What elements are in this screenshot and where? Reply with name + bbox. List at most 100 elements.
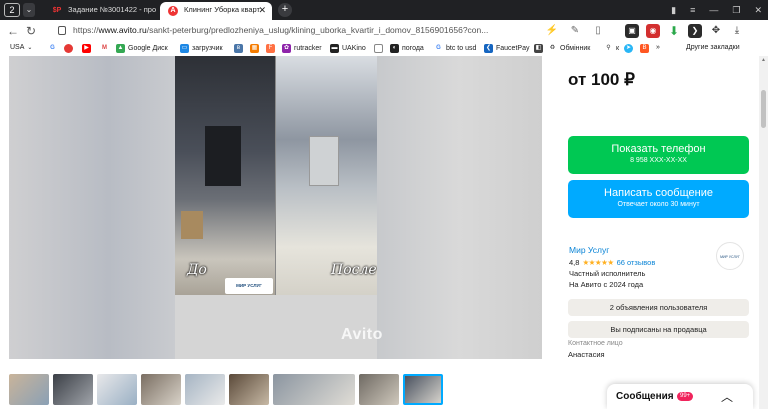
extension-icon[interactable]: ❯ xyxy=(688,24,702,38)
lock-icon[interactable] xyxy=(58,26,66,35)
new-tab-button[interactable]: + xyxy=(278,3,292,17)
scroll-thumb[interactable] xyxy=(761,90,766,128)
thumbnail[interactable] xyxy=(359,374,399,405)
bookmark-blogger[interactable]: B xyxy=(640,44,649,53)
write-message-button[interactable]: Написать сообщение Отвечает около 30 мин… xyxy=(568,180,749,218)
tab-task[interactable]: $P Задание №3001422 - про xyxy=(44,2,158,20)
bookmark-rutracker[interactable]: ✿ rutracker xyxy=(282,44,322,53)
tab-avito[interactable]: A Клининг Уборка кварт ✕ xyxy=(160,2,272,20)
download-icon[interactable]: ⤓ xyxy=(730,24,744,38)
bookmark-manager-icon[interactable]: ▮ xyxy=(671,2,676,18)
translate-icon[interactable]: ⚡ xyxy=(545,24,559,38)
telegram-icon: ➤ xyxy=(624,44,633,53)
corridor-door xyxy=(309,136,339,186)
pin-icon[interactable]: ✎ xyxy=(568,24,582,38)
avito-favicon-icon: A xyxy=(168,6,178,16)
back-icon[interactable]: ← xyxy=(6,24,20,38)
vk-icon: в xyxy=(234,44,243,53)
bookmark-icon: F xyxy=(266,44,275,53)
google-icon: G xyxy=(434,44,443,53)
bookmark-loader[interactable]: ▭ загрузчик xyxy=(180,44,223,53)
bookmark-telegram[interactable]: ➤ xyxy=(624,44,633,53)
photo-gallery[interactable]: До После МИР УСЛУГ Avito xyxy=(9,56,542,359)
messages-panel[interactable]: Сообщения 99+ ︿ xyxy=(607,384,753,409)
bookmark-square[interactable]: ◧ xyxy=(534,44,543,53)
address-bar: ← ↻ https://www.avito.ru/sankt-peterburg… xyxy=(0,20,768,42)
bookmark-label: Обмінник xyxy=(560,45,591,52)
label-after: После xyxy=(331,262,377,278)
download-arrow-icon[interactable]: ⬇ xyxy=(667,24,681,38)
bookmark-orange[interactable]: F xyxy=(266,44,275,53)
puzzle-icon[interactable]: ✥ xyxy=(709,24,723,38)
thumbnail-active[interactable] xyxy=(403,374,443,405)
bookmark-rss[interactable]: ▦ xyxy=(250,44,259,53)
avito-watermark: Avito xyxy=(341,326,383,343)
rutracker-icon: ✿ xyxy=(282,44,291,53)
bookmark-faucetpay[interactable]: ❮ FaucetPay xyxy=(484,44,529,53)
bookmark-blank[interactable] xyxy=(374,44,383,53)
tab-counter[interactable]: 2 xyxy=(4,3,20,17)
contact-name: Анастасия xyxy=(568,350,605,359)
maximize-icon[interactable]: ❐ xyxy=(732,2,740,18)
page-scrollbar[interactable]: ▲ xyxy=(759,56,768,409)
bookmark-icon[interactable]: ▯ xyxy=(591,24,605,38)
reviews-link[interactable]: 66 отзывов xyxy=(617,258,656,267)
show-phone-label: Показать телефон xyxy=(611,143,706,155)
other-bookmarks[interactable]: Другие закладки xyxy=(686,44,740,51)
pin-icon: ⚲ xyxy=(604,44,613,53)
response-time: Отвечает около 30 минут xyxy=(617,201,700,208)
bookmark-more-chevron[interactable]: » xyxy=(656,44,660,51)
tab-menu-chevron-icon[interactable]: ⌄ xyxy=(23,3,35,17)
bookmark-usa[interactable]: USA ⌄ xyxy=(10,44,32,51)
close-window-icon[interactable]: ✕ xyxy=(754,2,762,18)
bookmark-label: USA xyxy=(10,44,25,51)
extension-icon[interactable]: ◉ xyxy=(646,24,660,38)
bookmark-red[interactable] xyxy=(64,44,73,53)
bookmark-label: загрузчик xyxy=(192,45,223,52)
scroll-up-icon[interactable]: ▲ xyxy=(760,57,767,64)
blurred-background xyxy=(377,56,542,359)
chevron-up-icon[interactable]: ︿ xyxy=(721,388,733,405)
double-chevron-icon: » xyxy=(656,44,660,51)
thumbnail[interactable] xyxy=(9,374,49,405)
uakino-icon: ▬ xyxy=(330,44,339,53)
blogger-icon: B xyxy=(640,44,649,53)
minimize-icon[interactable]: — xyxy=(709,2,718,18)
bookmarks-bar: USA ⌄ G ▶ M ▲ Google Диск ▭ загрузчик в ▦ F… xyxy=(0,42,768,56)
bookmark-uakino[interactable]: ▬ UAKino xyxy=(330,44,366,53)
browser-menu-icon[interactable]: ≡ xyxy=(690,2,695,18)
thumbnail[interactable] xyxy=(53,374,93,405)
bookmark-btc[interactable]: Gbtc to usd xyxy=(434,44,476,53)
bookmark-weather[interactable]: ◐ погода xyxy=(390,44,424,53)
bookmark-icon xyxy=(64,44,73,53)
seller-name[interactable]: Мир Услуг xyxy=(569,245,609,255)
bookmark-vk[interactable]: в xyxy=(234,44,243,53)
masked-phone: 8 958 XXX-XX-XX xyxy=(630,157,687,164)
extension-icon[interactable]: ▣ xyxy=(625,24,639,38)
user-ads-button[interactable]: 2 объявления пользователя xyxy=(568,299,749,316)
seller-avatar[interactable]: МИР УСЛУГ xyxy=(716,242,744,270)
bookmark-k[interactable]: ⚲ к xyxy=(604,44,619,53)
seller-rating: 4,8 ★★★★★ 66 отзывов xyxy=(569,258,655,267)
thumbnail[interactable] xyxy=(273,374,355,405)
bookmark-label: Google Диск xyxy=(128,45,168,52)
close-tab-icon[interactable]: ✕ xyxy=(258,2,266,18)
url-path: /sankt-peterburg/predlozheniya_uslug/kli… xyxy=(146,25,489,35)
bookmark-gmail[interactable]: M xyxy=(100,44,109,53)
thumbnail[interactable] xyxy=(229,374,269,405)
main-photo[interactable]: До После МИР УСЛУГ xyxy=(175,56,377,295)
show-phone-button[interactable]: Показать телефон 8 958 XXX-XX-XX xyxy=(568,136,749,174)
blurred-background xyxy=(9,56,175,359)
thumbnail[interactable] xyxy=(141,374,181,405)
bookmark-exchanger[interactable]: ♻ Обмінник xyxy=(548,44,590,53)
thumbnail[interactable] xyxy=(185,374,225,405)
bookmark-google-drive[interactable]: ▲ Google Диск xyxy=(116,44,168,53)
reload-icon[interactable]: ↻ xyxy=(24,24,38,38)
tab-favicon-icon: $P xyxy=(52,7,62,14)
bookmark-youtube[interactable]: ▶ xyxy=(82,44,91,53)
subscribed-button[interactable]: Вы подписаны на продавца xyxy=(568,321,749,338)
url-field[interactable]: https://www.avito.ru/sankt-peterburg/pre… xyxy=(73,25,528,35)
contact-label: Контактное лицо xyxy=(568,340,623,347)
bookmark-google[interactable]: G xyxy=(48,44,57,53)
thumbnail[interactable] xyxy=(97,374,137,405)
